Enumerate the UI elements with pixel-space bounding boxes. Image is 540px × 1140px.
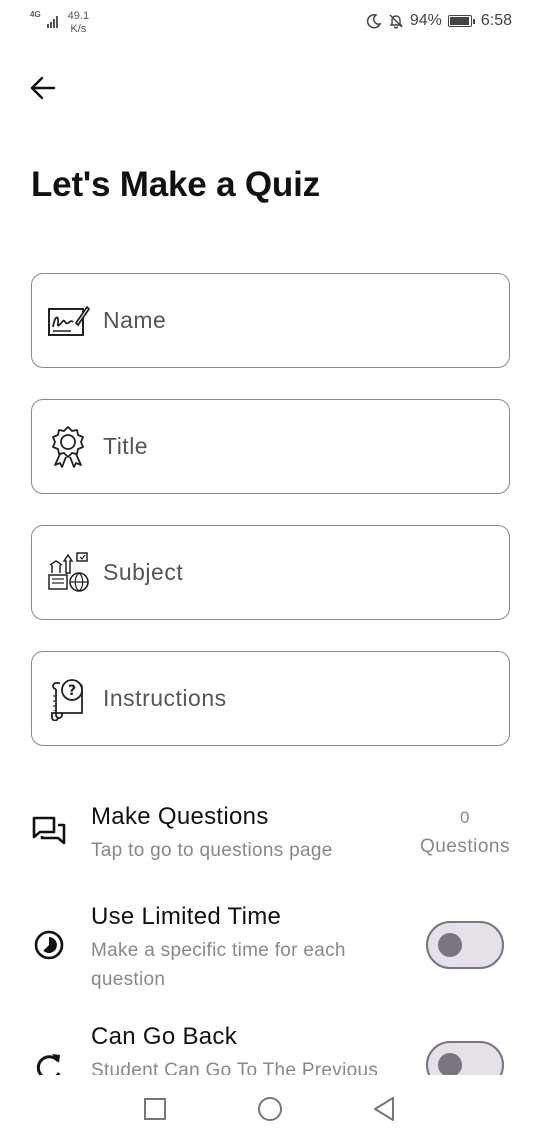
network-indicator: 4G xyxy=(30,10,41,19)
limited-time-row: Use Limited Time Make a specific time fo… xyxy=(0,890,540,1000)
timer-icon xyxy=(34,930,64,960)
go-back-title: Can Go Back xyxy=(91,1023,238,1050)
svg-text:?: ? xyxy=(68,683,76,699)
make-questions-row[interactable]: Make Questions Tap to go to questions pa… xyxy=(0,790,540,880)
status-left: 4G 49.1 K/s xyxy=(30,10,89,36)
network-type: 4G xyxy=(30,10,41,19)
signature-icon xyxy=(46,299,90,343)
name-field-label: Name xyxy=(103,307,167,333)
make-questions-subtitle: Tap to go to questions page xyxy=(91,840,333,861)
make-questions-title: Make Questions xyxy=(91,803,269,830)
name-field[interactable]: Name xyxy=(31,273,510,368)
subject-field-label: Subject xyxy=(103,559,184,585)
limited-time-toggle[interactable] xyxy=(426,921,504,969)
system-nav-bar xyxy=(0,1080,540,1140)
limited-time-title: Use Limited Time xyxy=(91,903,282,930)
chat-bubbles-icon xyxy=(32,816,66,845)
page-title: Let's Make a Quiz xyxy=(31,165,320,204)
home-circle-icon[interactable] xyxy=(255,1094,285,1124)
clock: 6:58 xyxy=(480,12,512,29)
battery-percent: 94% xyxy=(409,12,442,29)
toggle-knob xyxy=(438,933,462,957)
battery-icon xyxy=(447,15,475,27)
instructions-field[interactable]: ? Instructions xyxy=(31,651,510,746)
speed-value: 49.1 xyxy=(67,10,90,22)
subject-field[interactable]: Subject xyxy=(31,525,510,620)
subjects-icon xyxy=(46,551,90,595)
signal-icon xyxy=(46,14,58,28)
award-ribbon-icon xyxy=(46,425,90,469)
recents-square-icon[interactable] xyxy=(140,1094,170,1124)
instructions-field-label: Instructions xyxy=(103,685,227,711)
back-triangle-icon[interactable] xyxy=(370,1094,400,1124)
network-speed: 49.1 K/s xyxy=(68,10,89,36)
question-count: 0 Questions xyxy=(420,808,510,858)
speed-unit: K/s xyxy=(70,23,87,35)
moon-icon xyxy=(366,13,382,29)
title-field[interactable]: Title xyxy=(31,399,510,494)
status-bar: 4G 49.1 K/s 94% 6:58 xyxy=(0,0,540,44)
bell-off-icon xyxy=(389,14,403,29)
status-right: 94% 6:58 xyxy=(366,12,512,30)
question-scroll-icon: ? xyxy=(46,677,90,721)
limited-time-subtitle: Make a specific time for each question xyxy=(91,940,346,990)
toggle-knob xyxy=(438,1053,462,1077)
arrow-left-icon[interactable] xyxy=(28,72,60,104)
question-count-label: Questions xyxy=(419,836,510,857)
question-count-value: 0 xyxy=(459,808,470,827)
title-field-label: Title xyxy=(103,433,149,459)
